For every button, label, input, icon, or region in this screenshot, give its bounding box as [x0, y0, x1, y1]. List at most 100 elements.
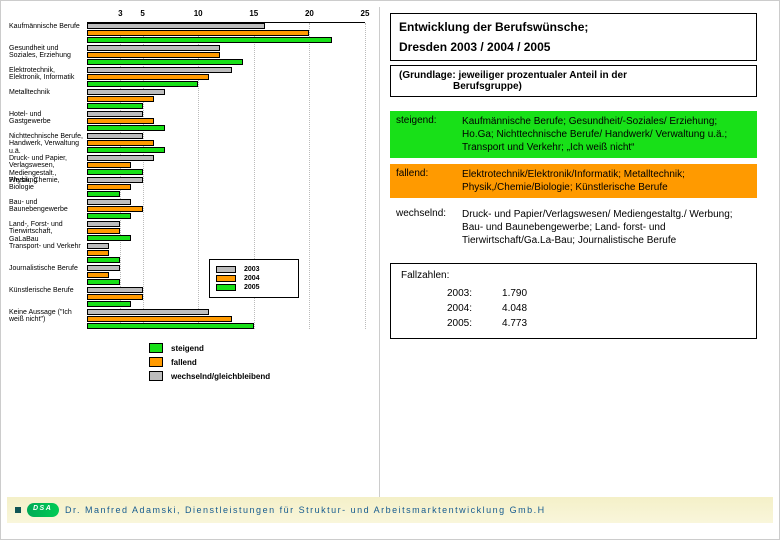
bar — [87, 184, 131, 190]
subtitle-line1: (Grundlage: jeweiliger prozentualer Ante… — [399, 70, 627, 81]
legend-2003: 2003 — [244, 266, 260, 273]
bar — [87, 45, 220, 51]
category-label: Journalistische Berufe — [9, 265, 83, 272]
x-tick: 3 — [118, 9, 122, 18]
bar — [87, 272, 109, 278]
logo-icon — [27, 503, 59, 517]
x-axis: 3510152025 — [87, 9, 365, 23]
title-line2: Dresden 2003 / 2004 / 2005 — [399, 40, 748, 54]
bar — [87, 316, 232, 322]
swatch-wechselnd — [149, 371, 163, 381]
category-label: Künstlerische Berufe — [9, 287, 83, 294]
text-panel: Entwicklung der Berufswünsche; Dresden 2… — [379, 7, 767, 497]
category-label: Land-, Forst- und Tierwirtschaft, GaLaBa… — [9, 221, 83, 243]
x-tick: 20 — [305, 9, 314, 18]
bar — [87, 118, 154, 124]
category-label: Elektrotechnik, Elektronik, Informatik — [9, 67, 83, 82]
category-label: Metalltechnik — [9, 89, 83, 96]
chart-panel: 3510152025 2003 2004 2005 steigend falle… — [7, 7, 379, 497]
bar — [87, 250, 109, 256]
bar — [87, 323, 254, 329]
bar — [87, 265, 120, 271]
fall-val-1: 4.048 — [488, 302, 541, 315]
bar — [87, 103, 143, 109]
swatch-2005 — [216, 284, 236, 291]
bar — [87, 140, 154, 146]
swatch-steigend — [149, 343, 163, 353]
trend-steigend-desc: Kaufmännische Berufe; Gesundheit/-Sozial… — [456, 111, 757, 158]
bar — [87, 228, 120, 234]
bar — [87, 221, 120, 227]
bar — [87, 213, 131, 219]
category-label: Physik, Chemie, Biologie — [9, 177, 83, 192]
fall-val-0: 1.790 — [488, 287, 541, 300]
swatch-fallend — [149, 357, 163, 367]
bar — [87, 301, 131, 307]
bar — [87, 309, 209, 315]
category-label: Transport- und Verkehr — [9, 243, 83, 250]
bar — [87, 89, 165, 95]
fall-year-2: 2005: — [433, 317, 486, 330]
bar — [87, 177, 143, 183]
trend-fallend-desc: Elektrotechnik/Elektronik/Informatik; Me… — [456, 164, 757, 198]
bar — [87, 30, 309, 36]
bar — [87, 37, 332, 43]
main-area: 3510152025 2003 2004 2005 steigend falle… — [7, 7, 773, 497]
swatch-2004 — [216, 275, 236, 282]
trend-wechselnd-desc: Druck- und Papier/Verlagswesen/ Medienge… — [456, 204, 757, 251]
bar — [87, 147, 165, 153]
bar — [87, 133, 143, 139]
slide: 3510152025 2003 2004 2005 steigend falle… — [0, 0, 780, 540]
title-box: Entwicklung der Berufswünsche; Dresden 2… — [390, 13, 757, 61]
bar — [87, 199, 131, 205]
category-label: Keine Aussage ("Ich weiß nicht") — [9, 309, 83, 324]
bar — [87, 67, 232, 73]
bar — [87, 52, 220, 58]
bar — [87, 59, 243, 65]
subtitle-box: (Grundlage: jeweiliger prozentualer Ante… — [390, 65, 757, 97]
legend-fallend: fallend — [171, 358, 197, 367]
bar — [87, 243, 109, 249]
bar-chart: 3510152025 2003 2004 2005 steigend falle… — [9, 9, 369, 469]
bar — [87, 125, 165, 131]
bar — [87, 294, 143, 300]
bar — [87, 162, 131, 168]
trend-table: steigend:Kaufmännische Berufe; Gesundhei… — [390, 111, 757, 251]
bar — [87, 155, 154, 161]
bar — [87, 191, 120, 197]
fallzahlen-label: Fallzahlen: — [401, 270, 746, 281]
bar — [87, 235, 131, 241]
category-label: Nichttechnische Berufe, Handwerk, Verwal… — [9, 133, 83, 155]
bar — [87, 169, 143, 175]
category-label: Bau- und Baunebengewerbe — [9, 199, 83, 214]
bar — [87, 111, 143, 117]
legend-years: 2003 2004 2005 — [209, 259, 299, 298]
x-tick: 15 — [249, 9, 258, 18]
fallzahlen-table: 2003:1.790 2004:4.048 2005:4.773 — [401, 285, 543, 332]
bar — [87, 287, 143, 293]
legend-wechselnd: wechselnd/gleichbleibend — [171, 372, 270, 381]
legend-trend: steigend fallend wechselnd/gleichbleiben… — [149, 339, 270, 385]
legend-steigend: steigend — [171, 344, 204, 353]
fall-year-1: 2004: — [433, 302, 486, 315]
category-label: Hotel- und Gastgewerbe — [9, 111, 83, 126]
trend-steigend-label: steigend: — [390, 111, 456, 158]
legend-2004: 2004 — [244, 275, 260, 282]
subtitle-line2: Berufsgruppe) — [399, 81, 748, 92]
swatch-2003 — [216, 266, 236, 273]
category-label: Kaufmännische Berufe — [9, 23, 83, 30]
bar — [87, 206, 143, 212]
fall-year-0: 2003: — [433, 287, 486, 300]
fallzahlen-box: Fallzahlen: 2003:1.790 2004:4.048 2005:4… — [390, 263, 757, 339]
trend-fallend-label: fallend: — [390, 164, 456, 198]
bar — [87, 96, 154, 102]
bar — [87, 81, 198, 87]
bar — [87, 279, 120, 285]
title-line1: Entwicklung der Berufswünsche; — [399, 20, 748, 34]
x-tick: 10 — [194, 9, 203, 18]
category-label: Gesundheit und Soziales, Erziehung — [9, 45, 83, 60]
fall-val-2: 4.773 — [488, 317, 541, 330]
bar — [87, 257, 120, 263]
bar — [87, 74, 209, 80]
x-tick: 5 — [140, 9, 144, 18]
